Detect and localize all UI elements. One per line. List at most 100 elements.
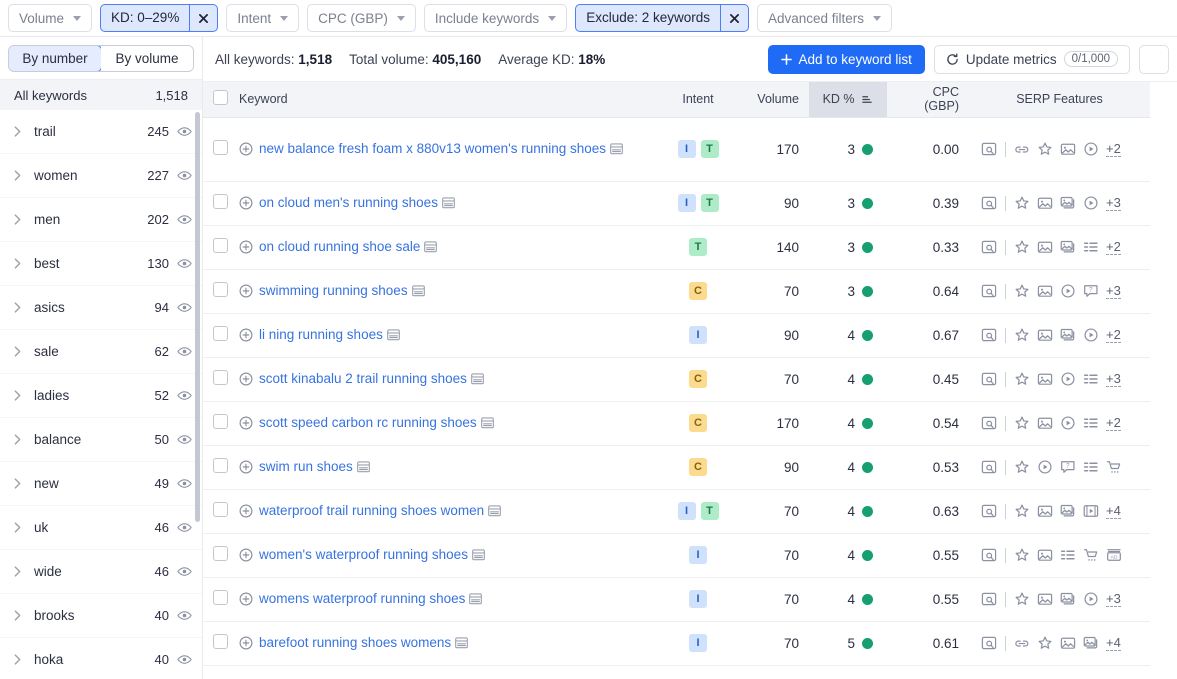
sidebar-group-item[interactable]: asics 94 bbox=[0, 286, 202, 330]
star-icon[interactable] bbox=[1014, 415, 1030, 431]
keyword-link[interactable]: scott kinabalu 2 trail running shoes bbox=[259, 371, 467, 386]
row-checkbox[interactable] bbox=[213, 590, 228, 605]
list-icon[interactable] bbox=[1083, 459, 1099, 475]
keyword-link[interactable]: swimming running shoes bbox=[259, 283, 408, 298]
eye-icon[interactable] bbox=[177, 168, 192, 183]
eye-icon[interactable] bbox=[177, 300, 192, 315]
table-row[interactable]: women's waterproof running shoes I 70 4 0.55… bbox=[203, 533, 1150, 578]
eye-icon[interactable] bbox=[177, 344, 192, 359]
site-links-icon[interactable] bbox=[981, 459, 997, 475]
keyword-link[interactable]: on cloud men's running shoes bbox=[259, 195, 438, 210]
sidebar-group-item[interactable]: brooks 40 bbox=[0, 594, 202, 638]
image-pack-icon[interactable] bbox=[1083, 635, 1099, 651]
list-icon[interactable] bbox=[1060, 547, 1076, 563]
list-icon[interactable] bbox=[1083, 371, 1099, 387]
row-select-cell[interactable] bbox=[203, 621, 235, 666]
serp-more-count[interactable]: +2 bbox=[1106, 415, 1121, 431]
site-links-icon[interactable] bbox=[981, 371, 997, 387]
add-keyword-icon[interactable] bbox=[239, 142, 253, 156]
header-intent[interactable]: Intent bbox=[665, 82, 731, 118]
chevron-right-icon[interactable] bbox=[14, 610, 28, 621]
star-icon[interactable] bbox=[1014, 547, 1030, 563]
eye-icon[interactable] bbox=[177, 520, 192, 535]
row-checkbox[interactable] bbox=[213, 414, 228, 429]
intent-badge-t[interactable]: T bbox=[700, 502, 719, 520]
star-icon[interactable] bbox=[1014, 239, 1030, 255]
serp-preview-icon[interactable] bbox=[471, 373, 484, 385]
video-icon[interactable] bbox=[1083, 195, 1099, 211]
table-row[interactable]: scott kinabalu 2 trail running shoes C 70 4… bbox=[203, 357, 1150, 402]
site-links-icon[interactable] bbox=[981, 547, 997, 563]
intent-badge-t[interactable]: T bbox=[689, 238, 707, 256]
intent-badge-t[interactable]: T bbox=[700, 194, 719, 212]
table-row[interactable]: waterproof trail running shoes women I T 70… bbox=[203, 489, 1150, 534]
filter-dropdown-6[interactable]: Advanced filters bbox=[757, 4, 893, 32]
sidebar-group-item[interactable]: wide 46 bbox=[0, 550, 202, 594]
keyword-link[interactable]: on cloud running shoe sale bbox=[259, 239, 420, 254]
add-keyword-icon[interactable] bbox=[239, 416, 253, 430]
site-links-icon[interactable] bbox=[981, 141, 997, 157]
keyword-link[interactable]: women's waterproof running shoes bbox=[259, 547, 468, 562]
serp-preview-icon[interactable] bbox=[488, 505, 501, 517]
filter-dropdown-4[interactable]: Include keywords bbox=[423, 4, 568, 32]
table-row[interactable]: on cloud men's running shoes I T 90 3 0.39 +3 bbox=[203, 181, 1150, 226]
chevron-right-icon[interactable] bbox=[14, 170, 28, 181]
sidebar-sort-by-volume[interactable]: By volume bbox=[101, 46, 193, 71]
sidebar-group-item[interactable]: ladies 52 bbox=[0, 374, 202, 418]
eye-icon[interactable] bbox=[177, 212, 192, 227]
filter-dropdown-2[interactable]: Intent bbox=[226, 4, 300, 32]
table-row[interactable]: womens waterproof running shoes I 70 4 0.55 +… bbox=[203, 577, 1150, 622]
row-select-cell[interactable] bbox=[203, 445, 235, 490]
filter-dropdown-3[interactable]: CPC (GBP) bbox=[307, 4, 416, 32]
header-kd[interactable]: KD % bbox=[809, 82, 887, 118]
image-icon[interactable] bbox=[1037, 371, 1053, 387]
star-icon[interactable] bbox=[1014, 503, 1030, 519]
keyword-link[interactable]: li ning running shoes bbox=[259, 327, 383, 342]
row-select-cell[interactable] bbox=[203, 577, 235, 622]
chevron-right-icon[interactable] bbox=[14, 346, 28, 357]
table-row[interactable]: scott speed carbon rc running shoes C 170 4… bbox=[203, 401, 1150, 446]
video-icon[interactable] bbox=[1083, 141, 1099, 157]
table-row[interactable]: swim run shoes C 90 4 0.53? bbox=[203, 445, 1150, 490]
serp-preview-icon[interactable] bbox=[442, 197, 455, 209]
serp-preview-icon[interactable] bbox=[469, 593, 483, 605]
site-links-icon[interactable] bbox=[981, 591, 997, 607]
update-metrics-button[interactable]: Update metrics 0/1,000 bbox=[933, 44, 1130, 74]
sidebar-group-item[interactable]: sale 62 bbox=[0, 330, 202, 374]
video-icon[interactable] bbox=[1060, 283, 1076, 299]
sidebar-sort-by-number[interactable]: By number bbox=[9, 46, 102, 71]
add-keyword-icon[interactable] bbox=[239, 284, 253, 298]
add-keyword-icon[interactable] bbox=[239, 372, 253, 386]
chevron-right-icon[interactable] bbox=[14, 126, 28, 137]
add-to-keyword-list-button[interactable]: Add to keyword list bbox=[767, 44, 925, 74]
sidebar-group-item[interactable]: men 202 bbox=[0, 198, 202, 242]
row-select-cell[interactable] bbox=[203, 357, 235, 402]
faq-icon[interactable]: ? bbox=[1060, 459, 1076, 475]
filter-chip-active-5[interactable]: Exclude: 2 keywords bbox=[575, 4, 749, 32]
chevron-right-icon[interactable] bbox=[14, 258, 28, 269]
add-keyword-icon[interactable] bbox=[239, 504, 253, 518]
close-icon[interactable] bbox=[189, 5, 217, 31]
toolbar-overflow-button[interactable] bbox=[1139, 44, 1169, 74]
intent-badge-c[interactable]: C bbox=[689, 458, 707, 476]
add-keyword-icon[interactable] bbox=[239, 460, 253, 474]
keyword-link[interactable]: waterproof trail running shoes women bbox=[259, 503, 484, 518]
link-icon[interactable] bbox=[1014, 141, 1030, 157]
keyword-link[interactable]: swim run shoes bbox=[259, 459, 353, 474]
shopping-icon[interactable] bbox=[1106, 459, 1122, 475]
image-icon[interactable] bbox=[1037, 239, 1053, 255]
star-icon[interactable] bbox=[1014, 371, 1030, 387]
shopping-icon[interactable] bbox=[1083, 547, 1099, 563]
site-links-icon[interactable] bbox=[981, 195, 997, 211]
video-box-icon[interactable] bbox=[1083, 503, 1099, 519]
image-icon[interactable] bbox=[1060, 141, 1076, 157]
video-icon[interactable] bbox=[1083, 327, 1099, 343]
eye-icon[interactable] bbox=[177, 608, 192, 623]
image-icon[interactable] bbox=[1060, 635, 1076, 651]
serp-more-count[interactable]: +3 bbox=[1106, 591, 1121, 607]
video-icon[interactable] bbox=[1060, 415, 1076, 431]
image-pack-icon[interactable] bbox=[1060, 195, 1076, 211]
sidebar-group-item[interactable]: trail 245 bbox=[0, 110, 202, 154]
filter-dropdown-0[interactable]: Volume bbox=[8, 4, 93, 32]
sidebar-group-item[interactable]: hoka 40 bbox=[0, 638, 202, 679]
